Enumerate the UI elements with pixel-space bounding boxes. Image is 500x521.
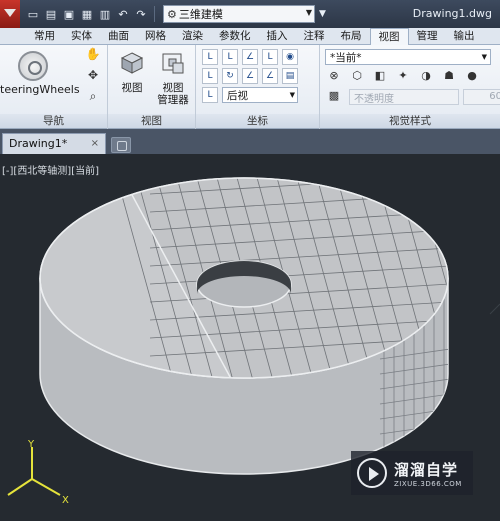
pan-hand-icon[interactable]: ✋: [84, 47, 102, 65]
orbit-icon[interactable]: ✥: [84, 68, 102, 86]
tab-11[interactable]: 输出: [446, 28, 483, 45]
ucs-tools: L L ∠ L ◉ L ↻ ∠ ∠ ▤ L 后视 ▼: [202, 49, 298, 106]
title-bar: ▭ ▤ ▣ ▦ ▥ ↶ ↷ ⚙ 三维建模 ▼ ▼ Drawing1.dwg: [0, 0, 500, 28]
chevron-down-icon: ▼: [289, 91, 295, 99]
viewport-controls-label[interactable]: [-][西北等轴测][当前]: [2, 162, 99, 177]
gear-icon: ⚙: [167, 7, 177, 21]
watermark-main: 溜溜自学: [394, 460, 459, 479]
lighting-icon[interactable]: ✦: [394, 69, 412, 85]
tab-8[interactable]: 布局: [333, 28, 370, 45]
view-manager-button[interactable]: 视图 管理器: [152, 49, 194, 106]
save-as-icon[interactable]: ▦: [80, 7, 94, 21]
nav-tools: ✋ ✥ ⌕: [84, 47, 104, 110]
ribbon-tabs: 常用 实体 曲面 网格 渲染 参数化 插入 注释 布局 视图 管理 输出: [0, 28, 500, 45]
view-button[interactable]: 视图: [114, 49, 150, 94]
chevron-down-icon: ▼: [305, 8, 312, 17]
face-style-icon[interactable]: ◑: [417, 69, 435, 85]
tab-10[interactable]: 管理: [409, 28, 446, 45]
navigation-panel-label[interactable]: 导航: [0, 114, 107, 128]
opacity-row: ▩ 不透明度 60: [325, 89, 500, 105]
opacity-value[interactable]: 60: [463, 89, 500, 105]
redo-icon[interactable]: ↷: [134, 7, 148, 21]
visual-styles-panel-label[interactable]: 视觉样式: [320, 114, 500, 128]
view-manager-label-1: 视图: [162, 82, 184, 94]
navigation-panel: teeringWheels ✋ ✥ ⌕ 导航: [0, 45, 108, 129]
new-file-icon[interactable]: ▭: [26, 7, 40, 21]
visual-styles-panel: *当前* ▼ ⊗ ⬡ ◧ ✦ ◑ ☗ ● ▩ 不透明度 60 视觉样式: [320, 45, 500, 129]
watermark-text: 溜溜自学 ZIXUE.3D66.COM: [394, 459, 462, 488]
visual-style-tools: ⊗ ⬡ ◧ ✦ ◑ ☗ ●: [325, 69, 481, 85]
visual-style-select[interactable]: *当前* ▼: [325, 49, 491, 65]
chevron-down-icon: ▼: [481, 53, 487, 61]
ucs-x-label: X: [62, 495, 69, 506]
steering-wheel-icon[interactable]: [18, 51, 48, 81]
ucs-properties-icon[interactable]: ▤: [282, 68, 298, 84]
tab-2[interactable]: 曲面: [100, 28, 137, 45]
tab-7[interactable]: 注释: [296, 28, 333, 45]
new-tab-button[interactable]: [111, 137, 131, 153]
close-icon[interactable]: ×: [91, 134, 99, 154]
view-button-label: 视图: [121, 82, 143, 94]
tab-4[interactable]: 渲染: [174, 28, 211, 45]
print-icon[interactable]: ▥: [98, 7, 112, 21]
ucs-3point-icon[interactable]: ∠: [262, 68, 278, 84]
xray-icon[interactable]: ⬡: [348, 69, 366, 85]
tab-1[interactable]: 实体: [63, 28, 100, 45]
document-tab-label: Drawing1*: [9, 137, 68, 150]
edge-effects-icon[interactable]: ⊗: [325, 69, 343, 85]
tab-0[interactable]: 常用: [26, 28, 63, 45]
named-view-value: 后视: [227, 89, 248, 102]
document-title: Drawing1.dwg: [412, 7, 492, 20]
qat-separator: [154, 6, 155, 22]
watermark-sub: ZIXUE.3D66.COM: [394, 479, 462, 488]
ucs-icon[interactable]: L: [202, 49, 218, 65]
undo-icon[interactable]: ↶: [116, 7, 130, 21]
coordinates-panel: L L ∠ L ◉ L ↻ ∠ ∠ ▤ L 后视 ▼ 坐标: [196, 45, 320, 129]
ucs-y-label: Y: [27, 439, 35, 450]
view-manager-label-2: 管理器: [157, 94, 189, 106]
document-tab[interactable]: Drawing1* ×: [2, 133, 106, 154]
drawing-viewport[interactable]: [-][西北等轴测][当前] Y X 溜溜自学 ZIXUE.3D66.COM: [0, 154, 500, 521]
steering-wheels-label[interactable]: teeringWheels: [0, 83, 80, 96]
open-folder-icon[interactable]: ▤: [44, 7, 58, 21]
ucs-y-icon[interactable]: ∠: [242, 68, 258, 84]
tab-5[interactable]: 参数化: [211, 28, 259, 45]
watermark-logo: 溜溜自学 ZIXUE.3D66.COM: [351, 451, 473, 495]
ucs-icon: Y X: [7, 439, 69, 506]
ucs-previous-icon[interactable]: L: [202, 68, 218, 84]
tab-6[interactable]: 插入: [259, 28, 296, 45]
view-manager-icon: [162, 53, 184, 74]
visual-style-value: *当前*: [330, 51, 362, 64]
play-icon: [357, 458, 387, 488]
ucs-world-icon[interactable]: L: [222, 49, 238, 65]
workspace-select[interactable]: ⚙ 三维建模 ▼: [163, 5, 315, 23]
views-panel: 视图 视图 管理器 视图: [108, 45, 196, 129]
zoom-icon[interactable]: ⌕: [84, 89, 102, 107]
ucs-rotate-icon[interactable]: ↻: [222, 68, 238, 84]
views-panel-label[interactable]: 视图: [108, 114, 195, 128]
cube-icon: [120, 52, 144, 74]
ucs-display-icon[interactable]: ◉: [282, 49, 298, 65]
opacity-icon: ▩: [328, 89, 340, 102]
tab-3[interactable]: 网格: [137, 28, 174, 45]
coordinates-panel-label[interactable]: 坐标: [196, 114, 319, 128]
tab-9[interactable]: 视图: [369, 28, 409, 45]
opacity-field[interactable]: 不透明度: [349, 89, 459, 105]
save-icon[interactable]: ▣: [62, 7, 76, 21]
application-menu-button[interactable]: [0, 0, 20, 28]
ucs-face-icon[interactable]: L: [262, 49, 278, 65]
named-view-select[interactable]: 后视 ▼: [222, 87, 298, 103]
ucs-origin-icon[interactable]: L: [202, 87, 218, 103]
quick-access-toolbar: ▭ ▤ ▣ ▦ ▥ ↶ ↷: [26, 6, 157, 22]
material-icon[interactable]: ●: [463, 69, 481, 85]
ribbon-panel-area: teeringWheels ✋ ✥ ⌕ 导航 视图 视图 管理器 视图 L L …: [0, 45, 500, 129]
shadow-icon[interactable]: ☗: [440, 69, 458, 85]
workspace-value: 三维建模: [178, 8, 223, 21]
ucs-x-icon[interactable]: ∠: [242, 49, 258, 65]
qat-customize-icon[interactable]: ▼: [319, 9, 326, 19]
shading-icon[interactable]: ◧: [371, 69, 389, 85]
document-tab-strip: Drawing1* ×: [0, 129, 500, 154]
